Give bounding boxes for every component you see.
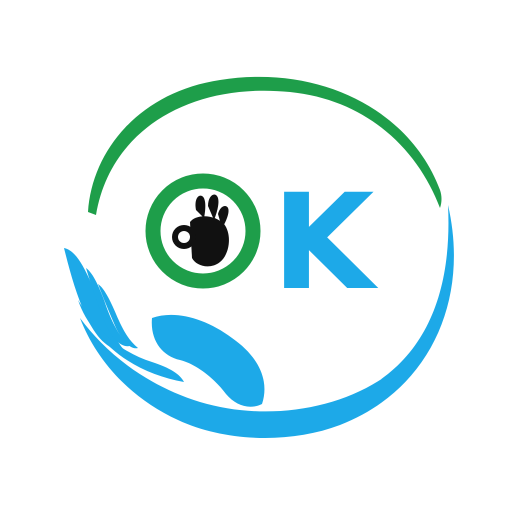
green-arc-icon xyxy=(88,76,442,216)
ok-logo: K xyxy=(64,76,454,438)
logo-canvas: K xyxy=(0,0,512,512)
logo-letter-k: K xyxy=(272,166,379,320)
